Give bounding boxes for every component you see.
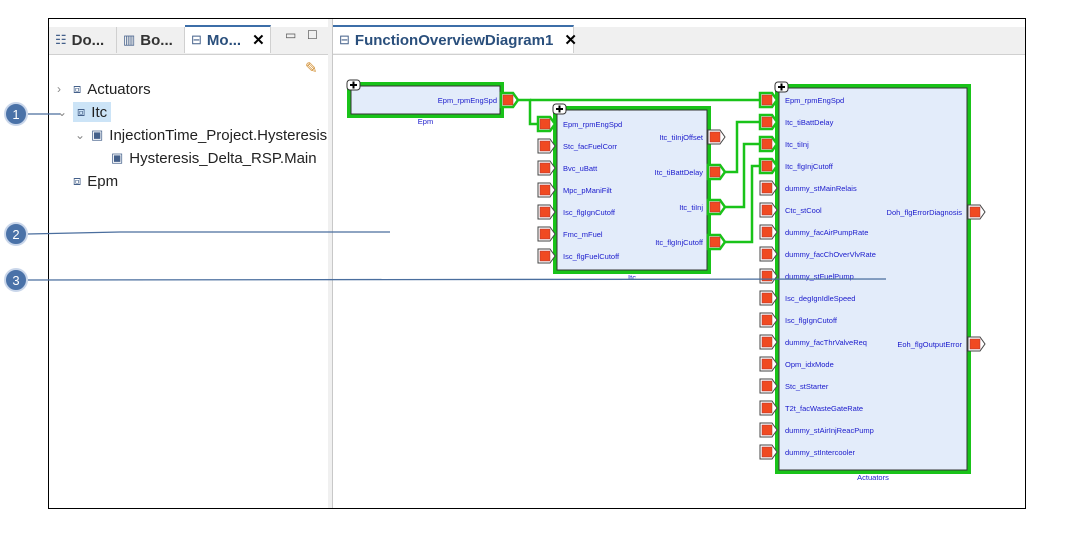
output-port-Itc_tiInj[interactable]	[706, 198, 727, 216]
port-label: Itc_tiBattDelay	[785, 118, 834, 127]
connection-wire[interactable]	[516, 98, 540, 126]
input-port-dummy_stFuelPump[interactable]	[759, 268, 778, 284]
output-port-Itc_flgInjCutoff[interactable]	[706, 233, 727, 251]
input-port-Ctc_stCool[interactable]	[759, 202, 778, 218]
output-port-Itc_tiBattDelay[interactable]	[706, 163, 727, 181]
input-port-Itc_flgInjCutoff[interactable]	[758, 157, 779, 175]
callout-1: 1	[4, 102, 28, 126]
input-port-Itc_tiInj[interactable]	[758, 135, 779, 153]
block-label: Epm	[418, 117, 433, 126]
input-port-dummy_stAirInjReacPump[interactable]	[759, 422, 778, 438]
input-port-Epm_rpmEngSpd[interactable]	[536, 115, 557, 133]
port-label: Stc_facFuelCorr	[563, 142, 618, 151]
input-port-Mpc_pManiFilt[interactable]	[537, 182, 556, 198]
port-label: Stc_stStarter	[785, 382, 829, 391]
function-overview-diagram: Epm Epm_rpmEngSpd Itc Epm_rpmEngSpd Stc_facF…	[27, 79, 986, 482]
port-label: dummy_facChOverVlvRate	[785, 250, 876, 259]
block-label: Itc	[628, 273, 636, 282]
port-label: Epm_rpmEngSpd	[438, 96, 497, 105]
port-label: Itc_flgInjCutoff	[655, 238, 704, 247]
port-label: Isc_flgFuelCutoff	[563, 252, 620, 261]
port-label: T2t_facWasteGateRate	[785, 404, 863, 413]
port-label: Mpc_pManiFilt	[563, 186, 613, 195]
port-label: Bvc_uBatt	[563, 164, 598, 173]
port-label: Eoh_flgOutputError	[897, 340, 962, 349]
output-port-Eoh_flgOutputError[interactable]	[967, 336, 986, 352]
input-port-Epm_rpmEngSpd[interactable]	[758, 91, 779, 109]
port-label: Epm_rpmEngSpd	[785, 96, 844, 105]
port-label: Doh_flgErrorDiagnosis	[887, 208, 963, 217]
output-port-Epm_rpmEngSpd[interactable]	[499, 91, 520, 109]
port-label: Ctc_stCool	[785, 206, 822, 215]
port-label: Opm_idxMode	[785, 360, 834, 369]
block-label: Actuators	[857, 473, 889, 482]
port-label: dummy_stIntercooler	[785, 448, 856, 457]
port-label: Itc_tiInj	[785, 140, 809, 149]
port-label: Isc_flgIgnCutoff	[563, 208, 616, 217]
input-port-Isc_flgIgnCutoff[interactable]	[537, 204, 556, 220]
callout-line	[27, 278, 887, 281]
input-port-Isc_flgFuelCutoff[interactable]	[537, 248, 556, 264]
port-label: dummy_facThrValveReq	[785, 338, 867, 347]
callout-3: 3	[4, 268, 28, 292]
input-port-Stc_stStarter[interactable]	[759, 378, 778, 394]
port-label: Itc_tiBattDelay	[655, 168, 704, 177]
input-port-Fmc_mFuel[interactable]	[537, 226, 556, 242]
input-port-dummy_facAirPumpRate[interactable]	[759, 224, 778, 240]
output-port-Itc_tiInjOffset[interactable]	[707, 129, 726, 145]
port-label: Itc_tiInjOffset	[659, 133, 704, 142]
input-port-dummy_facChOverVlvRate[interactable]	[759, 246, 778, 262]
input-port-dummy_facThrValveReq[interactable]	[759, 334, 778, 350]
port-label: dummy_stMainRelais	[785, 184, 857, 193]
input-port-dummy_stMainRelais[interactable]	[759, 180, 778, 196]
callout-line	[27, 231, 390, 235]
input-port-Itc_tiBattDelay[interactable]	[758, 113, 779, 131]
input-port-T2t_facWasteGateRate[interactable]	[759, 400, 778, 416]
port-label: Isc_degIgnIdleSpeed	[785, 294, 855, 303]
input-port-Stc_facFuelCorr[interactable]	[537, 138, 556, 154]
port-label: dummy_facAirPumpRate	[785, 228, 868, 237]
port-label: Itc_tiInj	[679, 203, 703, 212]
output-port-Doh_flgErrorDiagnosis[interactable]	[967, 204, 986, 220]
input-port-Isc_flgIgnCutoff[interactable]	[759, 312, 778, 328]
input-port-Bvc_uBatt[interactable]	[537, 160, 556, 176]
connection-wire[interactable]	[725, 142, 762, 209]
port-label: Fmc_mFuel	[563, 230, 603, 239]
input-port-Opm_idxMode[interactable]	[759, 356, 778, 372]
input-port-Isc_degIgnIdleSpeed[interactable]	[759, 290, 778, 306]
port-label: Itc_flgInjCutoff	[785, 162, 834, 171]
input-port-dummy_stIntercooler[interactable]	[759, 444, 778, 460]
port-label: Isc_flgIgnCutoff	[785, 316, 838, 325]
port-label: Epm_rpmEngSpd	[563, 120, 622, 129]
port-label: dummy_stAirInjReacPump	[785, 426, 874, 435]
callout-2: 2	[4, 222, 28, 246]
